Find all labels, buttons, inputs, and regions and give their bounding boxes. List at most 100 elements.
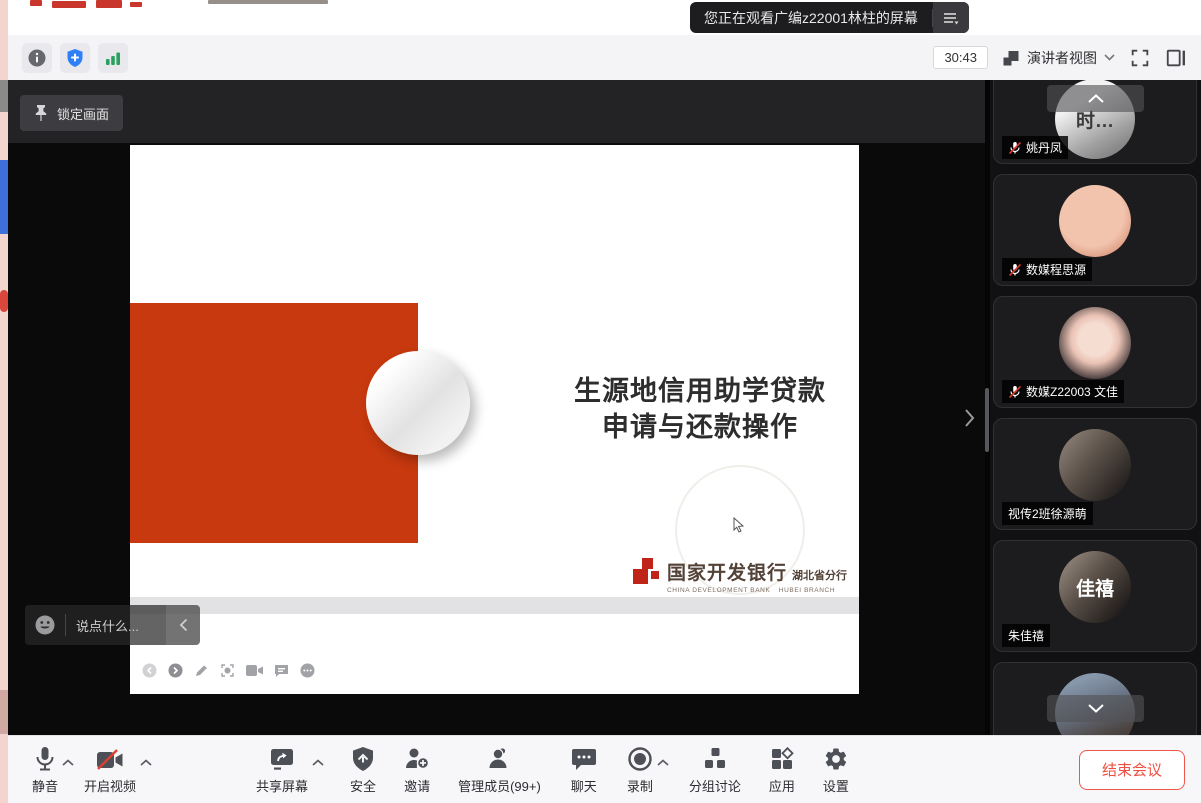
mute-button[interactable]: 静音 [32,744,58,795]
avatar [1059,429,1131,501]
bank-logo: 国家开发银行 湖北省分行 CHINA DEVELOPMENT BANK HUBE… [633,558,847,594]
participant-name: 朱佳禧 [1008,627,1044,644]
share-screen-button[interactable]: 共享屏幕 [256,744,308,795]
meeting-toolbar: 30:43 演讲者视图 [8,35,1201,80]
settings-button[interactable]: 设置 [823,744,849,795]
start-video-button[interactable]: 开启视频 [84,744,136,795]
record-button[interactable]: 录制 [627,744,653,795]
shared-screen-slide: 生源地信用助学贷款 申请与还款操作 国家开发银行 湖北省分行 CHINA DEV… [130,145,859,694]
next-slide-icon[interactable] [168,663,183,678]
apps-label: 应用 [769,776,795,795]
chat-button[interactable]: 聊天 [571,744,597,795]
manage-members-label: 管理成员(99+) [458,776,541,795]
record-options-button[interactable] [657,759,669,780]
security-label: 安全 [350,776,376,795]
avatar-text: 佳禧 [1076,574,1114,601]
security-shield-icon [351,746,375,772]
chevron-up-icon [312,759,324,766]
participant-name-tag: 数媒Z22003 文佳 [1002,380,1124,403]
background-desktop-sliver [0,0,8,803]
chat-bubble-icon [571,747,597,772]
security-button[interactable]: 安全 [350,744,376,795]
more-icon[interactable] [300,663,315,678]
invite-button[interactable]: 邀请 [404,744,430,795]
fullscreen-button[interactable] [1129,47,1151,69]
presentation-controls [142,663,315,678]
emoji-button[interactable] [25,614,65,636]
camera-icon[interactable] [246,664,263,677]
avatar: 佳禧 [1059,551,1131,623]
manage-members-button[interactable]: 管理成员(99+) [458,744,541,795]
scroll-down-button[interactable] [1047,695,1144,722]
slide-title-line2: 申请与还款操作 [550,409,850,445]
view-mode-selector[interactable]: 演讲者视图 [1002,48,1115,68]
end-meeting-button[interactable]: 结束会议 [1079,750,1185,790]
chevron-up-icon [1088,94,1104,103]
slide-gray-band [130,597,859,614]
participant-name-tag: 视传2班徐源萌 [1002,502,1093,525]
watching-banner-text: 您正在观看广编z22001林柱的屏幕 [690,8,932,28]
splitter-handle[interactable] [985,388,989,452]
security-status-button[interactable] [60,43,90,73]
view-mode-label: 演讲者视图 [1027,48,1097,68]
background-window-artifact [0,80,8,112]
settings-label: 设置 [823,776,849,795]
meeting-info-button[interactable] [22,43,52,73]
settings-gear-icon [823,746,849,772]
side-panel-toggle-button[interactable] [1165,47,1187,69]
network-quality-button[interactable] [98,43,128,73]
participant-name: 姚丹凤 [1026,139,1062,156]
muted-mic-icon [1008,141,1022,155]
invite-person-icon [404,746,430,772]
watching-banner: 您正在观看广编z22001林柱的屏幕 [690,2,969,33]
spotlight-icon[interactable] [220,663,235,678]
background-window-artifact [208,0,328,4]
signal-bars-icon [103,48,123,68]
stage-expand-button[interactable] [964,408,975,428]
share-options-button[interactable] [312,759,324,780]
participant-tile[interactable]: 数媒Z22003 文佳 [993,296,1197,408]
participant-name: 数媒Z22003 文佳 [1026,383,1118,400]
apps-button[interactable]: 应用 [769,744,795,795]
mute-options-button[interactable] [62,759,74,780]
prev-slide-icon[interactable] [142,663,157,678]
background-window-artifact [0,290,8,312]
video-options-button[interactable] [140,759,152,780]
bank-branch-en: HUBEI BRANCH [779,587,835,594]
chevron-up-icon [140,759,152,766]
invite-label: 邀请 [404,776,430,795]
participant-tile[interactable]: 数媒程思源 [993,174,1197,286]
comment-icon[interactable] [274,664,289,678]
mute-label: 静音 [32,776,58,795]
mouse-cursor [733,517,745,533]
smiley-icon [34,614,56,636]
bank-logo-icon [633,558,659,586]
lock-view-button[interactable]: 锁定画面 [20,95,123,131]
background-window-artifact [30,0,42,6]
participants-sidebar: 时… 姚丹凤 数媒程思源 [990,80,1201,735]
background-window-artifact [0,160,8,234]
breakout-label: 分组讨论 [689,776,741,795]
start-video-label: 开启视频 [84,776,136,795]
microphone-icon [33,746,57,772]
slide-title: 生源地信用助学贷款 申请与还款操作 [550,373,850,445]
annotate-pencil-icon[interactable] [194,663,209,678]
chat-input[interactable]: 说点什么... [66,616,166,635]
bank-branch-cn: 湖北省分行 [792,567,847,583]
chat-collapse-button[interactable] [166,605,200,645]
avatar [1059,307,1131,379]
banner-menu-icon [943,11,959,25]
banner-menu-button[interactable] [933,2,969,33]
lock-view-label: 锁定画面 [57,104,109,123]
shield-plus-icon [65,48,85,68]
breakout-rooms-button[interactable]: 分组讨论 [689,744,741,795]
fullscreen-icon [1129,47,1151,69]
stage: 锁定画面 生源地信用助学贷款 申请与还款操作 国家开发银行 湖北省分行 C [8,80,985,735]
participant-tile[interactable]: 佳禧 朱佳禧 [993,540,1197,652]
scroll-up-button[interactable] [1047,85,1144,112]
chat-quick-bar: 说点什么... [25,605,200,645]
camera-off-icon [95,748,125,772]
participant-tile[interactable]: 视传2班徐源萌 [993,418,1197,530]
background-window-artifact [130,2,142,7]
slide-title-line1: 生源地信用助学贷款 [550,373,850,409]
